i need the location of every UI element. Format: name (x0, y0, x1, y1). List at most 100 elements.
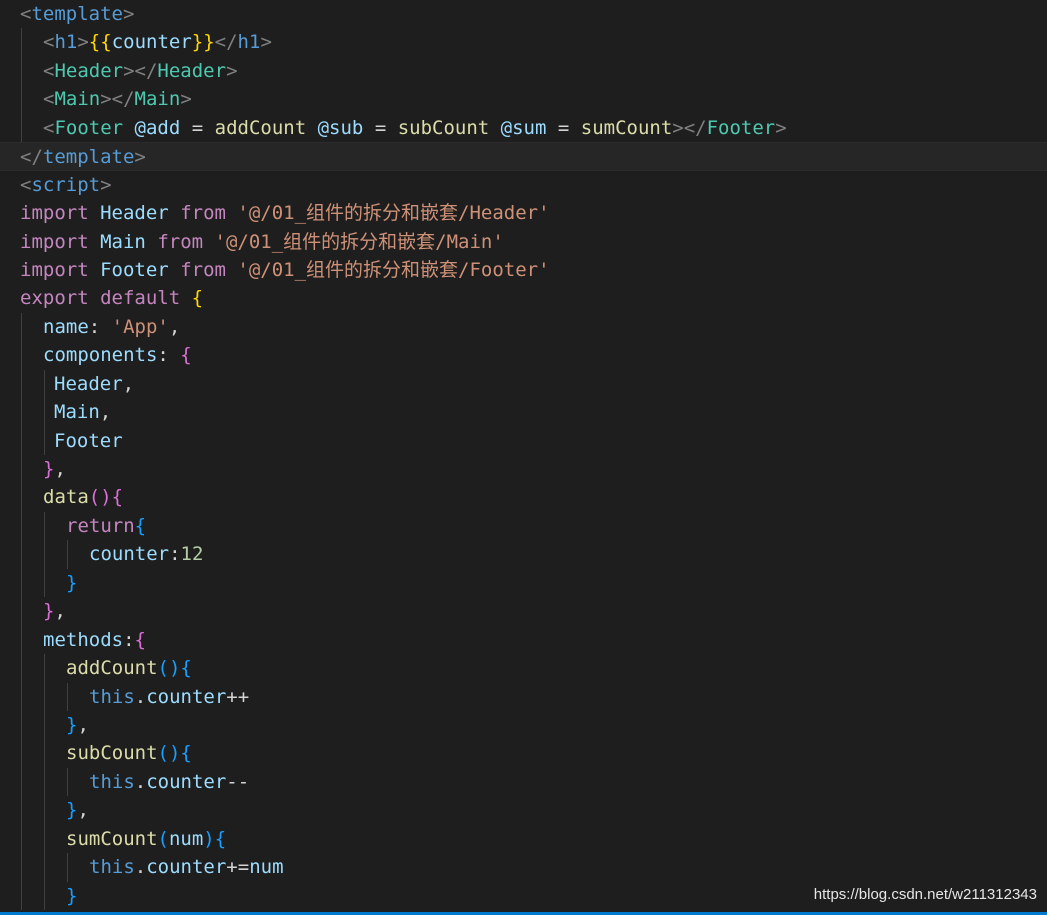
code-text: Footer (54, 430, 123, 452)
indent-guide (21, 312, 22, 342)
code-line[interactable]: import Header from '@/01_组件的拆分和嵌套/Header… (0, 199, 1047, 227)
code-area[interactable]: <template> <h1>{{counter}}</h1> <Header></… (0, 0, 1047, 910)
code-text: import Footer from '@/01_组件的拆分和嵌套/Footer… (20, 259, 550, 281)
code-token: '@/01_组件的拆分和嵌套/Main' (214, 230, 504, 253)
indent-guide (67, 853, 68, 882)
code-line[interactable]: addCount(){ (0, 654, 1047, 683)
code-line[interactable]: counter:12 (0, 540, 1047, 569)
code-line[interactable]: Header, (0, 369, 1047, 399)
code-token: import (20, 230, 89, 253)
code-line[interactable]: Footer (0, 426, 1047, 455)
code-token: Header (157, 59, 227, 82)
indent-guide (21, 369, 22, 399)
code-token: counter (89, 543, 170, 566)
indent-guide (44, 710, 45, 740)
code-line[interactable]: }, (0, 796, 1047, 825)
indent-guide (21, 853, 22, 882)
code-token: counter (111, 31, 192, 54)
code-line[interactable]: return{ (0, 511, 1047, 541)
code-line[interactable]: } (0, 568, 1047, 598)
code-token: addCount (214, 116, 307, 139)
code-token: subCount (66, 742, 158, 765)
code-token: -- (226, 770, 250, 793)
code-line[interactable]: subCount(){ (0, 739, 1047, 768)
code-token: < (43, 31, 55, 54)
code-token: { (214, 827, 227, 850)
code-line[interactable]: this.counter++ (0, 682, 1047, 711)
code-text: Header, (54, 373, 134, 395)
code-line[interactable]: import Footer from '@/01_组件的拆分和嵌套/Footer… (0, 256, 1047, 284)
indent-guide (21, 597, 22, 626)
code-token: Main (100, 230, 146, 253)
code-line[interactable]: <Header></Header> (0, 56, 1047, 86)
code-token: } (43, 600, 55, 623)
code-token: counter (146, 685, 227, 708)
code-token: Footer (706, 116, 776, 139)
code-token: Header (54, 59, 124, 82)
indent-guide (44, 739, 45, 768)
code-token: , (54, 458, 66, 480)
code-token: ></ (123, 59, 158, 82)
code-line[interactable]: <Main></Main> (0, 85, 1047, 114)
code-token: this (89, 856, 135, 879)
code-token: sumCount (66, 827, 158, 850)
code-text: }, (43, 600, 66, 622)
code-token: > (134, 146, 146, 169)
indent-guide (21, 625, 22, 655)
code-line[interactable]: methods:{ (0, 625, 1047, 655)
indent-guide (21, 455, 22, 484)
indent-guide (44, 511, 45, 541)
code-token: counter (146, 770, 227, 793)
code-token: , (99, 401, 112, 424)
code-line[interactable]: import Main from '@/01_组件的拆分和嵌套/Main' (0, 228, 1047, 256)
code-line[interactable]: <h1>{{counter}}</h1> (0, 28, 1047, 57)
code-token: > (77, 31, 89, 54)
indent-guide (44, 568, 45, 598)
code-token: > (122, 3, 135, 25)
indent-guide (44, 881, 45, 910)
code-token: h1 (237, 31, 261, 54)
code-line[interactable]: <template> (0, 0, 1047, 28)
code-line[interactable]: </template> (0, 142, 1047, 171)
code-token: name (43, 315, 89, 338)
code-line[interactable]: components: { (0, 341, 1047, 370)
code-token: : (88, 315, 112, 338)
code-line[interactable]: }, (0, 710, 1047, 740)
code-line[interactable]: export default { (0, 284, 1047, 312)
code-token: . (134, 856, 147, 879)
code-line[interactable]: }, (0, 455, 1047, 484)
code-line[interactable]: name: 'App', (0, 312, 1047, 342)
code-token: { (111, 486, 124, 509)
code-text: <Main></Main> (43, 88, 192, 110)
code-token: sumCount (580, 116, 673, 139)
code-line[interactable]: <script> (0, 171, 1047, 199)
code-token: : (169, 543, 181, 566)
code-line[interactable]: }, (0, 597, 1047, 626)
code-line[interactable]: data(){ (0, 483, 1047, 512)
code-text: <Footer @add = addCount @sub = subCount … (43, 117, 787, 139)
code-token: += (226, 856, 250, 879)
code-line[interactable]: this.counter-- (0, 767, 1047, 797)
code-line[interactable]: <Footer @add = addCount @sub = subCount … (0, 113, 1047, 143)
code-text: }, (66, 799, 89, 821)
code-text: } (66, 572, 77, 594)
code-token: , (54, 600, 66, 623)
code-line[interactable]: Main, (0, 398, 1047, 427)
code-token: Main (54, 88, 101, 111)
code-line[interactable]: sumCount(num){ (0, 824, 1047, 854)
code-token: } (66, 799, 78, 822)
code-token: () (157, 742, 181, 765)
code-line[interactable]: this.counter+=num (0, 853, 1047, 882)
code-token: default (100, 287, 181, 310)
code-token: } (66, 571, 78, 594)
code-token: > (775, 116, 787, 139)
indent-guide (44, 853, 45, 882)
code-text: Main, (54, 401, 111, 423)
code-editor[interactable]: <template> <h1>{{counter}}</h1> <Header></… (0, 0, 1047, 915)
code-text: export default { (20, 287, 203, 309)
